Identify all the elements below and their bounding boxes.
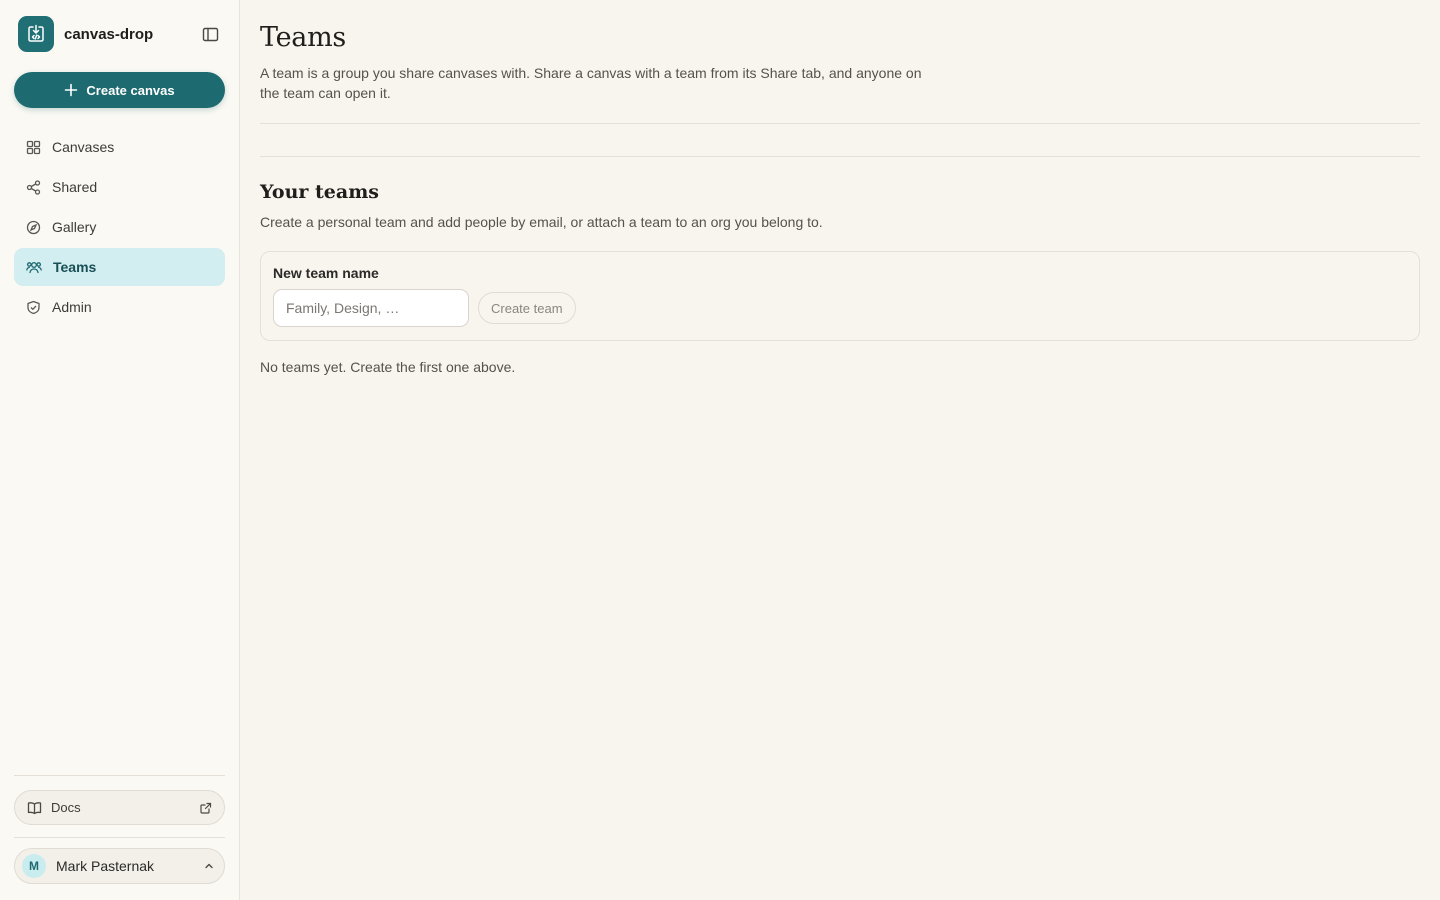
new-team-card: New team name Create team bbox=[260, 251, 1420, 341]
sidebar-item-admin[interactable]: Admin bbox=[14, 288, 225, 326]
sidebar-panel-icon bbox=[202, 27, 218, 41]
page-title: Teams bbox=[260, 22, 346, 53]
team-name-input[interactable] bbox=[273, 289, 469, 327]
divider bbox=[260, 123, 1420, 124]
brand: canvas-drop bbox=[14, 0, 225, 68]
divider bbox=[14, 837, 225, 838]
sidebar-item-gallery[interactable]: Gallery bbox=[14, 208, 225, 246]
sidebar-item-label: Teams bbox=[53, 259, 97, 275]
page-description: A team is a group you share canvases wit… bbox=[260, 65, 922, 101]
create-team-button[interactable]: Create team bbox=[478, 292, 576, 324]
users-icon bbox=[26, 261, 42, 273]
shield-icon bbox=[27, 300, 40, 314]
sidebar-item-shared[interactable]: Shared bbox=[14, 168, 225, 206]
new-team-form: Create team bbox=[273, 289, 1407, 327]
book-icon bbox=[27, 801, 42, 814]
user-menu-button[interactable]: M Mark Pasternak bbox=[14, 848, 225, 884]
section-title: Your teams bbox=[260, 181, 380, 203]
sidebar-footer: Docs M Mark Pasternak bbox=[14, 775, 225, 884]
section-description: Create a personal team and add people by… bbox=[260, 214, 823, 230]
plus-icon bbox=[65, 83, 78, 97]
sidebar-item-label: Gallery bbox=[52, 219, 97, 235]
app-name: canvas-drop bbox=[64, 25, 154, 43]
compass-icon bbox=[26, 220, 41, 234]
create-canvas-button[interactable]: Create canvas bbox=[14, 72, 225, 108]
sidebar-item-label: Admin bbox=[52, 299, 92, 315]
docs-link[interactable]: Docs bbox=[14, 790, 225, 825]
app-logo-icon bbox=[18, 16, 54, 52]
user-name: Mark Pasternak bbox=[56, 858, 155, 874]
empty-state-message: No teams yet. Create the first one above… bbox=[260, 359, 516, 375]
divider bbox=[260, 156, 1420, 157]
sidebar-item-label: Canvases bbox=[52, 139, 115, 155]
create-canvas-label: Create canvas bbox=[86, 82, 175, 98]
external-link-icon bbox=[200, 802, 212, 814]
grid-icon bbox=[26, 140, 41, 154]
sidebar-toggle-button[interactable] bbox=[197, 21, 223, 47]
new-team-name-label: New team name bbox=[273, 265, 379, 281]
sidebar-nav: Canvases Shared Gallery Teams Admin bbox=[14, 128, 225, 326]
docs-label: Docs bbox=[51, 800, 81, 815]
sidebar: canvas-drop Create canvas Canvases Share… bbox=[0, 0, 240, 900]
sidebar-item-canvases[interactable]: Canvases bbox=[14, 128, 225, 166]
main-content: Teams A team is a group you share canvas… bbox=[240, 0, 1440, 900]
share-icon bbox=[26, 179, 41, 195]
sidebar-item-teams[interactable]: Teams bbox=[14, 248, 225, 286]
avatar: M bbox=[22, 854, 46, 878]
divider bbox=[14, 775, 225, 776]
chevron-up-icon bbox=[205, 863, 213, 869]
sidebar-item-label: Shared bbox=[52, 179, 98, 195]
